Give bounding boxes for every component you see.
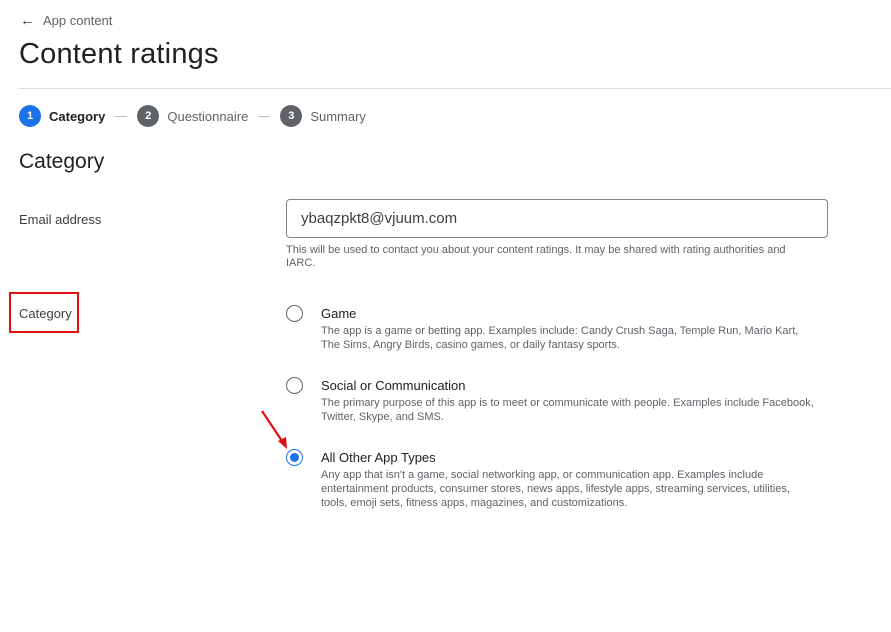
page-title: Content ratings: [19, 38, 219, 70]
step-number: 2: [137, 105, 160, 127]
back-link-label: App content: [43, 13, 113, 28]
arrow-left-icon: ←: [20, 12, 35, 29]
option-description: The primary purpose of this app is to me…: [321, 397, 814, 423]
email-label: Email address: [19, 212, 102, 227]
step-connector: [258, 115, 271, 117]
category-label: Category: [19, 306, 72, 321]
stepper: 1 Category 2 Questionnaire 3 Summary: [19, 105, 366, 127]
step-summary[interactable]: 3 Summary: [280, 105, 366, 127]
step-label: Questionnaire: [167, 108, 249, 124]
option-description: Any app that isn't a game, social networ…: [321, 469, 790, 509]
email-input[interactable]: [286, 199, 828, 238]
step-connector: [115, 115, 128, 117]
email-helper-text: This will be used to contact you about y…: [286, 244, 786, 269]
header-divider: [19, 88, 891, 89]
option-title: Social or Communication: [321, 378, 466, 393]
step-label: Summary: [310, 108, 366, 124]
step-number: 1: [19, 105, 41, 127]
radio-dot: [290, 453, 299, 462]
section-title: Category: [19, 150, 105, 173]
radio-option-social[interactable]: Social or Communication The primary purp…: [286, 377, 816, 424]
step-number: 3: [280, 105, 303, 127]
option-description: The app is a game or betting app. Exampl…: [321, 325, 799, 351]
back-link[interactable]: ← App content: [20, 13, 112, 28]
radio-option-game[interactable]: Game The app is a game or betting app. E…: [286, 305, 816, 352]
radio-option-all-other[interactable]: All Other App Types Any app that isn't a…: [286, 449, 816, 510]
step-questionnaire[interactable]: 2 Questionnaire: [137, 105, 248, 127]
step-label: Category: [49, 108, 106, 124]
annotation-arrow-icon: [261, 410, 287, 449]
radio-button[interactable]: [286, 305, 303, 322]
option-title: Game: [321, 306, 357, 321]
radio-button[interactable]: [286, 377, 303, 394]
step-category[interactable]: 1 Category: [19, 105, 105, 127]
option-title: All Other App Types: [321, 450, 436, 465]
